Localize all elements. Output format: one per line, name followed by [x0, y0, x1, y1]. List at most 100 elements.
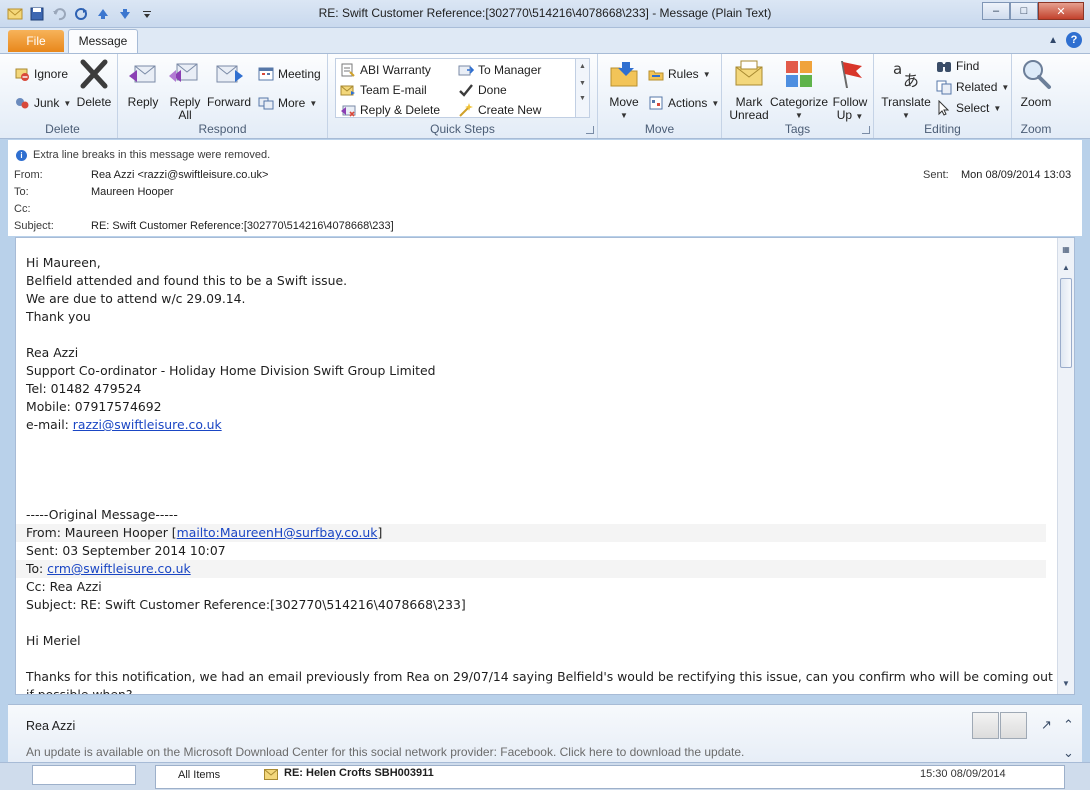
- actions-button[interactable]: Actions ▼: [648, 95, 719, 111]
- quick-steps-scrollbar[interactable]: ▲ ▼ ▼: [575, 59, 589, 117]
- subject-value: RE: Swift Customer Reference:[302770\514…: [91, 220, 394, 232]
- quick-step-reply-delete[interactable]: Reply & Delete: [340, 102, 440, 118]
- avatar[interactable]: [972, 712, 999, 739]
- all-items-label[interactable]: All Items: [178, 769, 220, 781]
- junk-button[interactable]: Junk ▼: [14, 95, 71, 111]
- translate-button[interactable]: aあ Translate ▼: [878, 58, 934, 122]
- find-button[interactable]: Find: [936, 58, 979, 74]
- more-label: More: [278, 96, 306, 110]
- window-title: RE: Swift Customer Reference:[302770\514…: [318, 6, 772, 20]
- signature-name: Rea Azzi: [26, 345, 79, 360]
- scroll-options-icon[interactable]: ▦: [1060, 244, 1072, 256]
- quick-step-to-manager[interactable]: To Manager: [458, 62, 541, 78]
- forward-icon: [216, 65, 243, 83]
- tab-message[interactable]: Message: [68, 29, 138, 53]
- help-icon[interactable]: ?: [1066, 32, 1082, 48]
- scroll-thumb[interactable]: [1060, 278, 1072, 368]
- checkmark-icon: [459, 84, 473, 97]
- reply-delete-icon: [341, 105, 356, 117]
- info-text: Extra line breaks in this message were r…: [33, 149, 271, 161]
- from-value[interactable]: Rea Azzi <razzi@swiftleisure.co.uk>: [91, 169, 268, 181]
- original-message-separator: -----Original Message-----: [26, 507, 178, 522]
- original-paragraph-line: Thanks for this notification, we had an …: [26, 669, 1075, 684]
- rules-dropdown-icon: ▼: [702, 69, 711, 79]
- delete-x-icon: [80, 59, 108, 89]
- title-bar: RE: Swift Customer Reference:[302770\514…: [0, 0, 1090, 28]
- quick-steps-launcher-icon[interactable]: [586, 126, 594, 134]
- ignore-button[interactable]: Ignore: [14, 66, 68, 82]
- create-new-icon: [459, 103, 473, 117]
- to-value[interactable]: Maureen Hooper: [91, 186, 174, 198]
- maximize-button[interactable]: □: [1010, 2, 1038, 20]
- close-button[interactable]: ✕: [1038, 2, 1084, 20]
- abi-warranty-label: ABI Warranty: [360, 63, 431, 77]
- scroll-down-icon[interactable]: ▼: [1060, 678, 1072, 690]
- reply-button[interactable]: Reply: [124, 58, 162, 109]
- zoom-group-label: Zoom: [1020, 122, 1052, 136]
- follow-up-button[interactable]: Follow Up ▼: [828, 58, 872, 123]
- move-folder-icon: [610, 62, 638, 87]
- zoom-button[interactable]: Zoom: [1016, 58, 1056, 109]
- editing-group-label: Editing: [924, 122, 961, 136]
- info-bar[interactable]: i Extra line breaks in this message were…: [16, 149, 270, 161]
- quick-steps-down-icon[interactable]: ▼: [576, 80, 589, 87]
- original-from: From: Maureen Hooper [mailto:MaureenH@su…: [16, 524, 1046, 542]
- select-button[interactable]: Select ▼: [936, 100, 1001, 116]
- quick-step-done[interactable]: Done: [458, 82, 507, 98]
- rules-button[interactable]: Rules ▼: [648, 66, 711, 82]
- sender-email-link[interactable]: razzi@swiftleisure.co.uk: [73, 417, 222, 432]
- meeting-button[interactable]: Meeting: [258, 66, 321, 82]
- forward-button[interactable]: Forward: [206, 58, 252, 109]
- mark-unread-button[interactable]: Mark Unread: [726, 58, 772, 122]
- abi-warranty-icon: [341, 63, 355, 77]
- ignore-label: Ignore: [34, 67, 69, 81]
- categorize-button[interactable]: Categorize ▼: [770, 58, 828, 122]
- original-sent: Sent: 03 September 2014 10:07: [26, 543, 226, 558]
- to-label: To:: [14, 186, 29, 198]
- collapse-people-pane-icon[interactable]: ⌃: [1063, 717, 1074, 733]
- avatar[interactable]: [1000, 712, 1027, 739]
- people-pane-name[interactable]: Rea Azzi: [26, 719, 75, 733]
- quick-step-abi-warranty[interactable]: ABI Warranty: [340, 62, 431, 78]
- delete-button[interactable]: Delete: [76, 58, 112, 109]
- magnifier-icon: [1023, 60, 1051, 89]
- window-controls: – □ ✕: [982, 2, 1084, 20]
- quick-steps-up-icon[interactable]: ▲: [576, 63, 589, 70]
- mailto-link[interactable]: mailto:MaureenH@surfbay.co.uk: [177, 525, 378, 540]
- related-button[interactable]: Related ▼: [936, 79, 1009, 95]
- reply-all-button[interactable]: Reply All: [166, 58, 204, 122]
- original-paragraph-line: if possible when?: [26, 687, 133, 695]
- meeting-label: Meeting: [278, 67, 321, 81]
- tags-launcher-icon[interactable]: [862, 126, 870, 134]
- body-scrollbar[interactable]: ▦ ▲ ▼: [1057, 238, 1074, 694]
- move-button[interactable]: Move ▼: [604, 58, 644, 122]
- more-button[interactable]: More ▼: [258, 95, 317, 111]
- background-search-field[interactable]: [32, 765, 136, 785]
- dismiss-update-icon[interactable]: ⌄: [1063, 745, 1074, 761]
- meeting-icon: [258, 67, 274, 81]
- background-mail-subject[interactable]: RE: Helen Crofts SBH003911: [284, 767, 434, 779]
- social-update-notice[interactable]: An update is available on the Microsoft …: [26, 745, 744, 759]
- original-greeting: Hi Meriel: [26, 633, 81, 648]
- expand-people-pane-icon[interactable]: ↗: [1041, 717, 1052, 733]
- minimize-button[interactable]: –: [982, 2, 1010, 20]
- categorize-dropdown-icon: ▼: [795, 111, 803, 120]
- more-respond-icon: [258, 97, 274, 110]
- crm-email-link[interactable]: crm@swiftleisure.co.uk: [47, 561, 191, 576]
- zoom-group: Zoom Zoom: [1012, 54, 1060, 138]
- quick-step-create-new[interactable]: Create New: [458, 102, 541, 118]
- tab-file[interactable]: File: [8, 30, 64, 52]
- quick-steps-more-icon[interactable]: ▼: [576, 95, 589, 102]
- follow-up-label-line2: Up: [836, 108, 853, 122]
- tags-group-label: Tags: [784, 122, 811, 136]
- quick-steps-gallery: ABI Warranty Team E-mail Reply & Delete …: [335, 58, 590, 118]
- team-email-label: Team E-mail: [360, 83, 427, 97]
- message-body[interactable]: Hi Maureen, Belfield attended and found …: [15, 237, 1075, 695]
- scroll-up-icon[interactable]: ▲: [1060, 262, 1072, 274]
- quick-step-team-email[interactable]: Team E-mail: [340, 82, 427, 98]
- collapse-ribbon-icon[interactable]: ▲: [1048, 35, 1058, 46]
